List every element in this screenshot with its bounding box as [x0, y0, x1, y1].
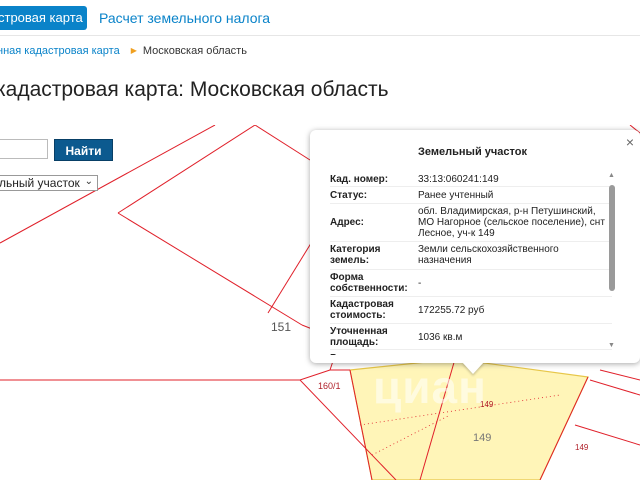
chevron-down-icon: ⌄ [84, 176, 93, 187]
info-value: 172255.72 руб [418, 305, 485, 316]
info-key: Разрешенное [330, 353, 397, 355]
page-title: кадастровая карта: Московская область [0, 78, 389, 101]
info-value: обл. Владимирская, р-н Петушинский, МО Н… [418, 206, 605, 239]
info-row: Разрешенное [330, 350, 612, 355]
info-key: Кадастровая стоимость: [330, 299, 394, 321]
info-row: Уточненная площадь: 1036 кв.м [330, 324, 612, 350]
info-key: Статус: [330, 190, 368, 201]
parcel-label: 149 [480, 400, 494, 409]
scroll-up-icon[interactable]: ▲ [608, 172, 615, 179]
popup-scrollbar[interactable]: ▲ ▼ [608, 172, 615, 352]
info-row: Статус: Ранее учтенный [330, 187, 612, 204]
breadcrumb-current: Московская область [142, 45, 247, 57]
info-value: Ранее учтенный [418, 190, 494, 201]
info-row: Форма собственности: - [330, 270, 612, 297]
info-row: Кад. номер: 33:13:060241:149 [330, 172, 612, 187]
info-key: Адрес: [330, 217, 364, 228]
tab-cadastral-map[interactable]: стровая карта [0, 6, 87, 30]
info-value: - [418, 278, 422, 289]
info-row: Адрес: обл. Владимирская, р-н Петушински… [330, 204, 612, 242]
popup-title: Земельный участок [418, 146, 527, 158]
scrollbar-thumb[interactable] [609, 185, 615, 291]
scroll-down-icon[interactable]: ▼ [608, 342, 615, 349]
parcel-label: 149 [473, 432, 492, 444]
info-key: Форма собственности: [330, 272, 408, 294]
parcel-label: 160/1 [318, 381, 341, 391]
popup-pointer [462, 362, 484, 374]
info-row: Кадастровая стоимость: 172255.72 руб [330, 297, 612, 324]
breadcrumb-link-map[interactable]: нная кадастровая карта [0, 45, 120, 57]
info-key: Категория земель: [330, 244, 381, 266]
parcel-info-popup: × Земельный участок Кад. номер: 33:13:06… [310, 130, 640, 363]
parcel-label: 149 [575, 443, 589, 452]
parcel-label: 151 [271, 320, 292, 334]
info-value: 33:13:060241:149 [418, 174, 499, 185]
cadastral-search-input[interactable] [0, 139, 48, 159]
object-type-select[interactable]: льный участок ⌄ [0, 175, 98, 191]
info-row: Категория земель: Земли сельскохозяйстве… [330, 242, 612, 270]
popup-body: Кад. номер: 33:13:060241:149 Статус: Ран… [330, 172, 612, 355]
info-key: Уточненная площадь: [330, 326, 388, 348]
breadcrumb-arrow-icon: ▶ [130, 46, 137, 55]
info-value: Земли сельскохозяйственного назначения [418, 244, 559, 266]
info-value: 1036 кв.м [418, 332, 463, 343]
breadcrumb: нная кадастровая карта ▶ Московская област… [0, 45, 247, 57]
search-button[interactable]: Найти [54, 139, 113, 161]
header-divider [0, 35, 640, 36]
info-key: Кад. номер: [330, 174, 389, 185]
tab-land-tax[interactable]: Расчет земельного налога [99, 6, 270, 30]
object-type-value: льный участок [0, 176, 80, 190]
